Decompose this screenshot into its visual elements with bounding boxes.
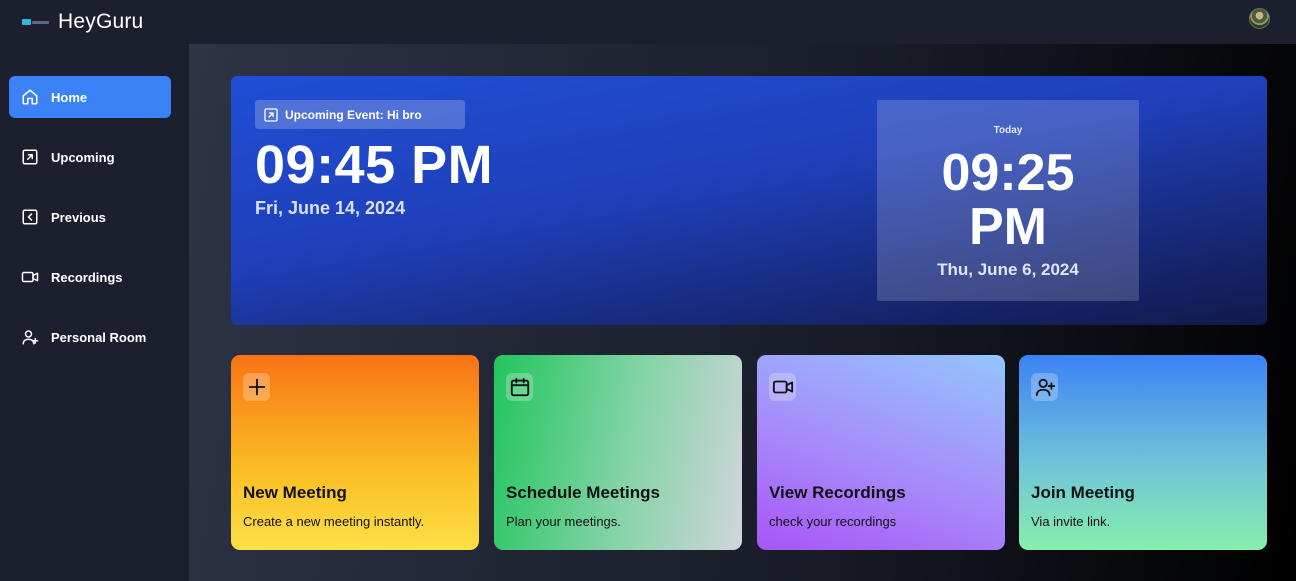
chevron-left-icon <box>22 209 38 225</box>
arrow-up-right-icon <box>264 107 278 122</box>
plus-icon <box>248 378 265 396</box>
sidebar-item-previous[interactable]: Previous <box>9 196 171 238</box>
sidebar-item-recordings[interactable]: Recordings <box>9 256 171 298</box>
card-icon-box <box>1031 373 1058 401</box>
logo-icon <box>22 18 50 26</box>
new-meeting-card[interactable]: New Meeting Create a new meeting instant… <box>231 355 479 550</box>
join-meeting-card[interactable]: Join Meeting Via invite link. <box>1019 355 1267 550</box>
home-icon <box>22 89 38 105</box>
calendar-icon <box>510 377 529 397</box>
upcoming-event-date: Fri, June 14, 2024 <box>255 198 406 218</box>
today-time: 09:25 PM <box>941 144 1075 256</box>
sidebar-item-upcoming[interactable]: Upcoming <box>9 136 171 178</box>
card-description: check your recordings <box>769 514 897 529</box>
card-title: View Recordings <box>769 483 906 502</box>
main-content: Upcoming Event: Hi bro 09:45 PM Fri, Jun… <box>189 44 1296 581</box>
sidebar-item-label: Home <box>51 89 88 105</box>
video-icon <box>772 380 793 394</box>
upcoming-event-time: 09:45 PM <box>255 135 494 195</box>
card-icon-box <box>243 373 270 401</box>
today-date: Thu, June 6, 2024 <box>937 260 1079 279</box>
top-bar: HeyGuru <box>0 0 1296 44</box>
card-description: Create a new meeting instantly. <box>243 514 425 529</box>
logo[interactable]: HeyGuru <box>22 10 143 34</box>
sidebar: Home Upcoming Previous Recordings Person… <box>0 44 189 581</box>
today-label: Today <box>993 125 1023 136</box>
brand-name: HeyGuru <box>58 10 144 33</box>
sidebar-item-home[interactable]: Home <box>9 76 171 118</box>
sidebar-item-label: Personal Room <box>51 329 147 345</box>
sidebar-item-label: Recordings <box>51 269 123 285</box>
upcoming-event-label: Upcoming Event: Hi bro <box>285 107 422 122</box>
sidebar-item-label: Previous <box>51 209 106 225</box>
today-clock: Today 09:25 PM Thu, June 6, 2024 <box>877 100 1139 301</box>
view-recordings-card[interactable]: View Recordings check your recordings <box>757 355 1005 550</box>
card-title: Schedule Meetings <box>506 483 660 502</box>
card-title: New Meeting <box>243 483 347 502</box>
upcoming-event-badge[interactable]: Upcoming Event: Hi bro <box>255 100 465 129</box>
card-title: Join Meeting <box>1031 483 1135 502</box>
action-cards: New Meeting Create a new meeting instant… <box>231 355 1267 550</box>
card-description: Plan your meetings. <box>506 514 621 529</box>
video-icon <box>21 271 39 283</box>
user-avatar[interactable] <box>1249 8 1270 29</box>
arrow-up-right-icon <box>22 149 38 165</box>
sidebar-item-personal-room[interactable]: Personal Room <box>9 316 171 358</box>
card-description: Via invite link. <box>1031 514 1111 529</box>
schedule-meetings-card[interactable]: Schedule Meetings Plan your meetings. <box>494 355 742 550</box>
card-icon-box <box>506 373 533 401</box>
card-icon-box <box>769 373 796 401</box>
user-plus-icon <box>1035 378 1055 397</box>
hero-banner: Upcoming Event: Hi bro 09:45 PM Fri, Jun… <box>231 76 1267 325</box>
user-plus-icon <box>22 330 39 345</box>
sidebar-item-label: Upcoming <box>51 149 115 165</box>
